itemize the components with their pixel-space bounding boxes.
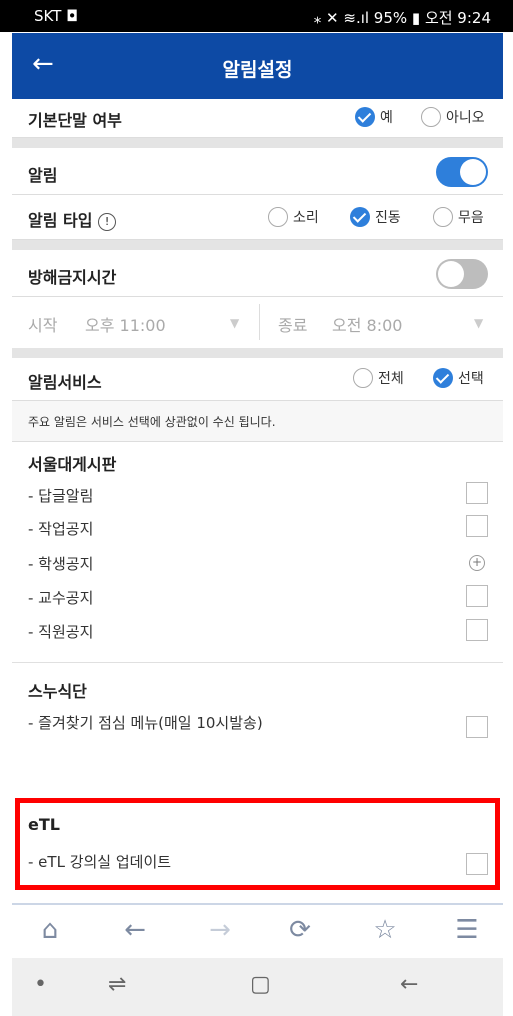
section-divider xyxy=(12,240,503,250)
alarm-label: 알림 xyxy=(28,166,58,185)
checkbox-lunch[interactable] xyxy=(466,716,488,738)
home-button-icon[interactable]: ▢ xyxy=(250,972,271,997)
radio-all-label: 전체 xyxy=(378,371,404,387)
board-section-title: 서울대게시판 xyxy=(28,455,117,474)
notice-text: 주요 알림은 서비스 선택에 상관없이 수신 됩니다. xyxy=(28,415,276,429)
radio-all[interactable]: 전체 xyxy=(353,368,404,388)
status-bar: SKT ◘ ⁎ ✕ ≋.ıl 95% ▮ 오전 9:24 xyxy=(0,0,513,32)
divider xyxy=(12,662,503,663)
alarm-toggle[interactable] xyxy=(436,157,488,187)
board-item-student: - 학생공지 xyxy=(28,555,94,573)
recents-icon[interactable]: ⇌ xyxy=(108,972,126,997)
vertical-divider xyxy=(259,304,260,340)
settings-content: 기본단말 여부 예 아니오 알림 알림 타입 ! 소리 진동 무음 방해금지시간… xyxy=(12,99,503,899)
checkbox-work[interactable] xyxy=(466,515,488,537)
radio-select-label: 선택 xyxy=(458,371,484,387)
radio-sound-label: 소리 xyxy=(293,210,319,226)
system-nav-bar: • ⇌ ▢ ← xyxy=(12,958,503,1016)
refresh-icon[interactable]: ⟳ xyxy=(280,915,320,945)
radio-sound[interactable]: 소리 xyxy=(268,207,319,227)
snuco-item-lunch: - 즐겨찾기 점심 메뉴(매일 10시발송) xyxy=(28,714,263,732)
radio-checked-icon xyxy=(355,107,375,127)
toggle-knob xyxy=(438,261,464,287)
highlight-box xyxy=(15,798,500,890)
radio-silent[interactable]: 무음 xyxy=(433,207,484,227)
back-button-icon[interactable]: ← xyxy=(400,972,418,997)
board-item-professor: - 교수공지 xyxy=(28,589,94,607)
end-label: 종료 xyxy=(278,316,308,335)
start-label: 시작 xyxy=(28,316,58,335)
notice-row: 주요 알림은 서비스 선택에 상관없이 수신 됩니다. xyxy=(12,401,503,442)
info-icon[interactable]: ! xyxy=(98,213,117,231)
radio-select[interactable]: 선택 xyxy=(433,368,484,388)
app-bar: ← 알림설정 xyxy=(12,33,503,99)
dot-icon[interactable]: • xyxy=(34,972,47,997)
checkbox-staff[interactable] xyxy=(466,619,488,641)
checkbox-professor[interactable] xyxy=(466,585,488,607)
dnd-label: 방해금지시간 xyxy=(28,268,117,287)
radio-empty-icon xyxy=(421,107,441,127)
alarm-service-row: 알림서비스 전체 선택 xyxy=(12,358,503,401)
radio-checked-icon xyxy=(350,207,370,227)
alarm-service-label: 알림서비스 xyxy=(28,373,102,392)
section-divider xyxy=(12,138,503,148)
radio-vibrate-label: 진동 xyxy=(375,210,401,226)
dropdown-arrow-icon: ▼ xyxy=(474,316,484,330)
alarm-type-label: 알림 타입 ! xyxy=(28,207,117,231)
dropdown-arrow-icon: ▼ xyxy=(230,316,240,330)
radio-no[interactable]: 아니오 xyxy=(421,107,485,127)
radio-empty-icon xyxy=(268,207,288,227)
radio-empty-icon xyxy=(433,207,453,227)
browser-toolbar: ⌂ ← → ⟳ ☆ ☰ xyxy=(12,903,503,959)
toggle-knob xyxy=(460,159,486,185)
dnd-row: 방해금지시간 xyxy=(12,250,503,297)
radio-empty-icon xyxy=(353,368,373,388)
expand-plus-icon[interactable]: + xyxy=(469,555,485,571)
dnd-toggle[interactable] xyxy=(436,259,488,289)
board-item-staff: - 직원공지 xyxy=(28,623,94,641)
radio-yes-label: 예 xyxy=(380,110,393,126)
radio-no-label: 아니오 xyxy=(446,110,485,126)
bookmark-icon[interactable]: ☆ xyxy=(365,915,405,945)
default-device-label: 기본단말 여부 xyxy=(28,111,122,130)
dnd-time-row: 시작 오후 11:00 ▼ 종료 오전 8:00 ▼ xyxy=(12,296,503,348)
radio-vibrate[interactable]: 진동 xyxy=(350,207,401,227)
forward-icon[interactable]: → xyxy=(200,915,240,945)
default-device-row: 기본단말 여부 예 아니오 xyxy=(12,99,503,138)
back-icon[interactable]: ← xyxy=(115,915,155,945)
page-title: 알림설정 xyxy=(222,59,293,81)
carrier-label: SKT ◘ xyxy=(34,7,78,25)
checkbox-reply[interactable] xyxy=(466,482,488,504)
board-item-reply: - 답글알림 xyxy=(28,487,94,505)
menu-icon[interactable]: ☰ xyxy=(447,915,487,945)
radio-silent-label: 무음 xyxy=(458,210,484,226)
alarm-type-row: 알림 타입 ! 소리 진동 무음 xyxy=(12,195,503,240)
end-time-select[interactable]: 오전 8:00 xyxy=(332,312,402,336)
section-divider xyxy=(12,348,503,358)
snuco-section-title: 스누식단 xyxy=(28,682,87,701)
alarm-type-text: 알림 타입 xyxy=(28,211,93,230)
radio-checked-icon xyxy=(433,368,453,388)
alarm-row: 알림 xyxy=(12,148,503,195)
home-icon[interactable]: ⌂ xyxy=(30,915,70,945)
radio-yes[interactable]: 예 xyxy=(355,107,393,127)
status-indicators: ⁎ ✕ ≋.ıl 95% ▮ 오전 9:24 xyxy=(313,9,491,27)
start-time-select[interactable]: 오후 11:00 xyxy=(85,312,166,336)
board-item-work: - 작업공지 xyxy=(28,520,94,538)
